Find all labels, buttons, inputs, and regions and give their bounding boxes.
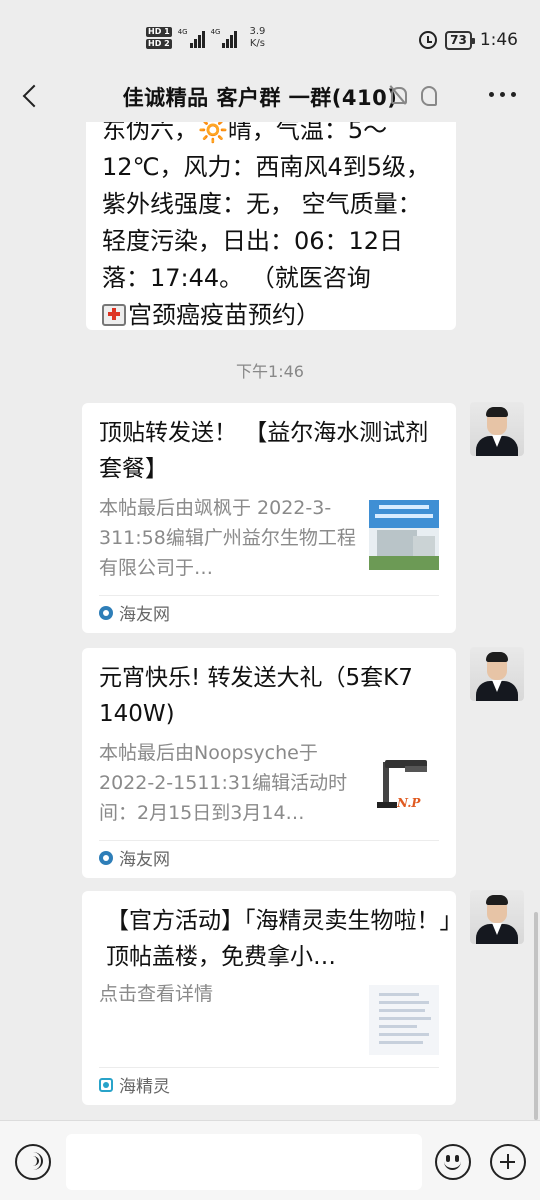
haiyou-logo-icon	[99, 605, 113, 620]
message-timestamp: 下午1:46	[236, 362, 304, 381]
network-speed-unit: K/s	[249, 38, 265, 49]
thumbnail-logo: N.P	[397, 796, 421, 810]
battery-icon: 73	[445, 30, 475, 50]
link-card-title: 顶贴转发送！ 【益尔海水测试剂套餐】	[99, 420, 429, 482]
weather-line-last: 宫颈癌疫苗预约）	[102, 297, 440, 334]
network-speed: 3.9 K/s	[249, 26, 265, 50]
mute-icon	[388, 84, 408, 106]
clock: 1:46	[479, 30, 518, 50]
link-card-thumbnail: N.P	[369, 748, 439, 818]
avatar[interactable]	[470, 647, 524, 701]
weather-message-bubble[interactable]: 东伪六，🔆晴，气温：5～ 12℃，风力：西南风4到5级， 紫外线强度：无， 空气…	[86, 122, 456, 330]
network-type-1: 4G	[177, 28, 188, 36]
weather-line: 落：17:44。 （就医咨询	[102, 264, 371, 292]
haijingling-logo-icon	[99, 1077, 113, 1092]
status-left: HD 1 HD 2 4G 4G 3.9 K/s	[146, 26, 265, 50]
battery-level: 73	[450, 32, 467, 47]
chat-title: 佳诚精品 客户群 一群(410)	[122, 86, 398, 110]
emoji-icon[interactable]	[435, 1144, 471, 1180]
link-card-title: 【官方活动】「海精灵卖生物啦！」顶帖盖楼，免费拿小…	[106, 908, 451, 970]
link-card-thumbnail	[369, 985, 439, 1055]
avatar[interactable]	[470, 890, 524, 944]
link-card[interactable]: 【官方活动】「海精灵卖生物啦！」顶帖盖楼，免费拿小… 点击查看详情 海精灵	[82, 891, 456, 1105]
message-list[interactable]: 东伪六，🔆晴，气温：5～ 12℃，风力：西南风4到5级， 紫外线强度：无， 空气…	[0, 122, 540, 1120]
hd-indicators: HD 1 HD 2	[146, 27, 172, 49]
avatar[interactable]	[470, 402, 524, 456]
source-name: 海精灵	[119, 1077, 170, 1097]
link-card-title: 元宵快乐! 转发送大礼（5套K7 140W)	[99, 665, 413, 727]
network-speed-value: 3.9	[249, 26, 266, 37]
source-name: 海友网	[119, 605, 170, 625]
haiyou-logo-icon	[99, 850, 113, 865]
link-card-description: 本帖最后由飒枫于 2022-3-311:58编辑广州益尔生物工程有限公司于…	[99, 497, 356, 579]
link-card-description: 点击查看详情	[99, 983, 214, 1005]
link-card-description: 本帖最后由Noopsyche于 2022-2-1511:31编辑活动时间：2月1…	[99, 742, 348, 824]
ear-icon	[418, 84, 438, 106]
more-icon[interactable]	[489, 92, 516, 97]
alarm-icon	[419, 31, 438, 49]
weather-line-text: 宫颈癌疫苗预约）	[128, 301, 320, 329]
link-card[interactable]: 顶贴转发送！ 【益尔海水测试剂套餐】 本帖最后由飒枫于 2022-3-311:5…	[82, 403, 456, 633]
hospital-icon	[102, 304, 126, 326]
network-type-2: 4G	[210, 28, 221, 36]
weather-line: 东伪六，🔆晴，气温：5～	[102, 122, 388, 144]
hd1-badge: HD 1	[146, 27, 172, 37]
hd2-badge: HD 2	[146, 39, 172, 49]
voice-icon[interactable]	[15, 1144, 51, 1180]
message-input[interactable]	[66, 1134, 422, 1190]
link-card-thumbnail	[369, 500, 439, 570]
signal-icon: 4G	[211, 28, 238, 48]
input-bar	[0, 1120, 540, 1200]
scrollbar[interactable]	[534, 912, 538, 1120]
status-bar: HD 1 HD 2 4G 4G 3.9 K/s 73 1:46	[0, 0, 540, 70]
nav-bar: 佳诚精品 客户群 一群(410)	[0, 70, 540, 122]
plus-icon[interactable]	[490, 1144, 526, 1180]
weather-line: 12℃，风力：西南风4到5级，	[102, 153, 431, 181]
status-right: 73 1:46	[419, 30, 518, 50]
link-card-source: 海友网	[99, 595, 439, 629]
source-name: 海友网	[119, 850, 170, 870]
title-icons	[388, 84, 438, 106]
link-card[interactable]: 元宵快乐! 转发送大礼（5套K7 140W) 本帖最后由Noopsyche于 2…	[82, 648, 456, 878]
weather-line: 紫外线强度：无， 空气质量：	[102, 190, 422, 218]
link-card-source: 海友网	[99, 840, 439, 874]
signal-icon: 4G	[178, 28, 205, 48]
link-card-source: 海精灵	[99, 1067, 439, 1101]
chat-screen: HD 1 HD 2 4G 4G 3.9 K/s 73 1:46 佳诚精品 客户群…	[0, 0, 540, 1200]
weather-line: 轻度污染，日出：06：12日	[102, 227, 404, 255]
